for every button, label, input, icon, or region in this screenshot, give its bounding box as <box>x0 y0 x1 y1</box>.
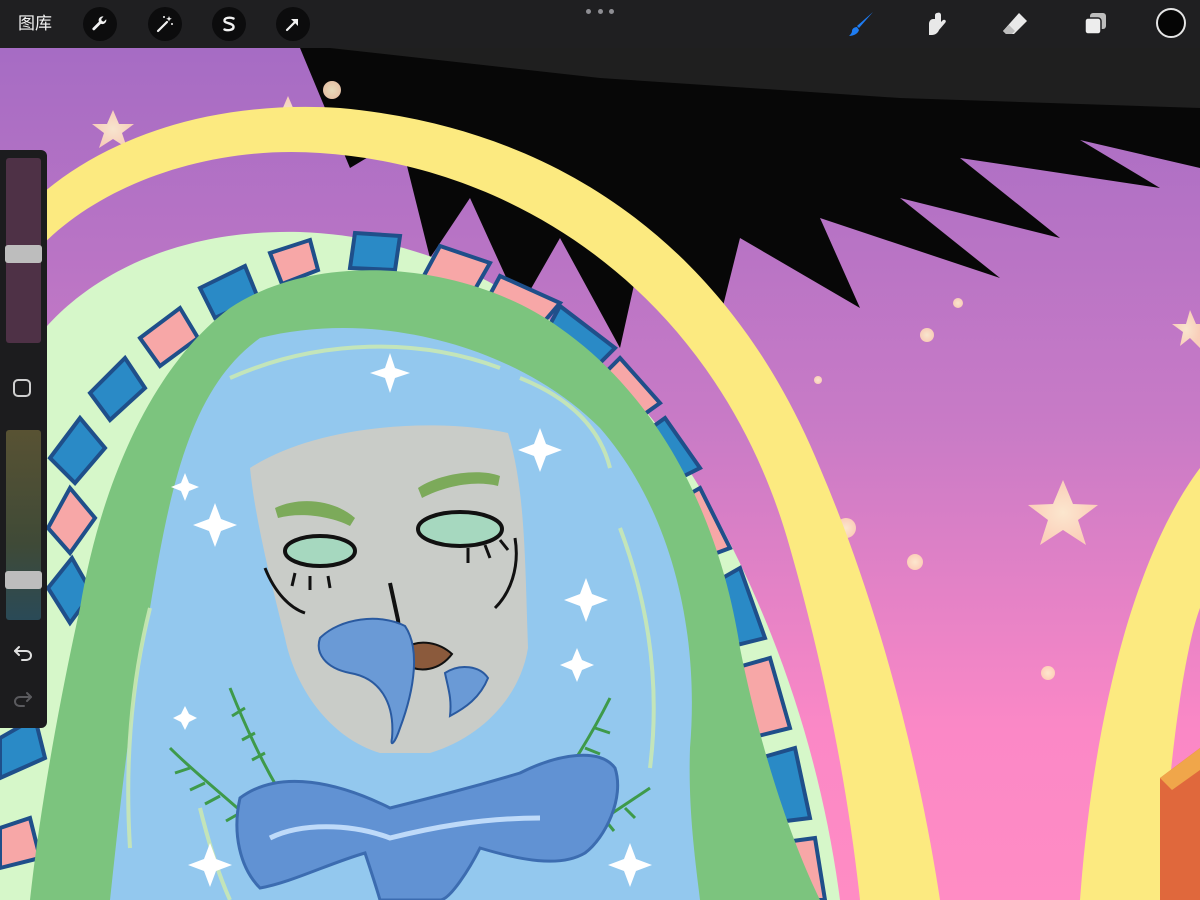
dot <box>586 8 591 14</box>
selection-s-icon <box>223 16 235 32</box>
drawing-canvas[interactable] <box>0 48 1200 900</box>
smudge-icon <box>929 12 946 35</box>
gallery-button[interactable]: 图库 <box>18 10 52 38</box>
adjustments-button[interactable] <box>148 7 182 41</box>
redo-icon <box>13 692 32 707</box>
layers-icon <box>1084 13 1106 35</box>
redo-button[interactable] <box>10 686 36 710</box>
top-toolbar: 图库 <box>0 0 1200 48</box>
eraser-icon <box>1003 13 1027 34</box>
smudge-tool-button[interactable] <box>920 6 956 42</box>
brush-opacity-slider[interactable] <box>6 430 41 620</box>
transform-arrow-icon <box>285 18 299 32</box>
brush-size-thumb[interactable] <box>5 244 42 263</box>
color-picker-swatch[interactable] <box>1156 8 1186 38</box>
layers-button[interactable] <box>1077 6 1113 42</box>
left-eye <box>283 534 357 568</box>
dot <box>609 8 614 14</box>
actions-button[interactable] <box>83 7 117 41</box>
more-options-dots[interactable] <box>586 3 614 19</box>
transform-button[interactable] <box>276 7 310 41</box>
magic-wand-icon <box>156 16 173 33</box>
brush-icon <box>849 12 873 36</box>
undo-icon <box>14 646 33 661</box>
wrench-icon <box>92 16 107 31</box>
brush-sidebar <box>0 150 47 728</box>
eraser-tool-button[interactable] <box>997 6 1033 42</box>
undo-button[interactable] <box>10 640 36 664</box>
dot <box>597 8 603 14</box>
right-eye <box>416 510 504 548</box>
paint-tool-button[interactable] <box>844 6 880 42</box>
procreate-app: 图库 <box>0 0 1200 900</box>
brush-opacity-thumb[interactable] <box>5 571 42 590</box>
modify-button[interactable] <box>13 379 31 397</box>
selection-button[interactable] <box>212 7 246 41</box>
